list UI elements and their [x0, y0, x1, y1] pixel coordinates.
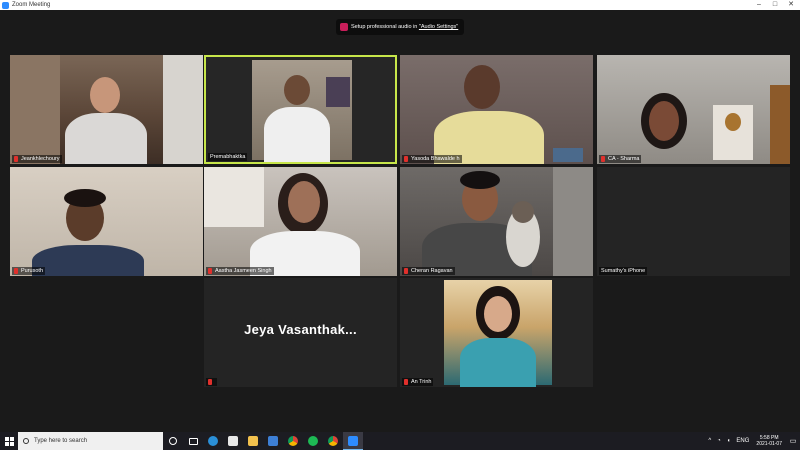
participant-video: [400, 55, 593, 164]
minimize-button[interactable]: –: [752, 0, 766, 10]
close-button[interactable]: ✕: [784, 0, 798, 10]
participant-video: [10, 55, 203, 164]
meeting-gallery: Setup professional audio in "Audio Setti…: [0, 10, 800, 432]
cortana-button[interactable]: [163, 432, 183, 450]
participant-video: [206, 57, 395, 162]
participant-video: [10, 167, 203, 276]
participant-name: CA - Sharma: [608, 156, 640, 162]
taskbar-app-explorer[interactable]: [243, 432, 263, 450]
start-button[interactable]: [0, 432, 18, 450]
notification-center-icon[interactable]: ▭: [786, 432, 800, 450]
store-icon: [228, 436, 238, 446]
participant-name-tag: Premabhaktka: [208, 153, 248, 161]
participant-video: [204, 167, 397, 276]
participant-name-tag: Aastha Jasmeen Singh: [206, 267, 274, 275]
taskbar-clock[interactable]: 5:58 PM 2021-01-07: [756, 435, 782, 447]
task-view-icon: [188, 437, 198, 445]
participant-name: Cheran Ragavan: [411, 268, 453, 274]
video-tile[interactable]: CA - Sharma: [597, 55, 790, 164]
network-icon[interactable]: ◔: [717, 438, 721, 444]
cortana-circle-icon: [169, 437, 177, 445]
taskbar-app-store[interactable]: [223, 432, 243, 450]
participant-name-tag: Cheran Ragavan: [402, 267, 455, 275]
taskbar-app-photos[interactable]: [263, 432, 283, 450]
participant-name-tag: Yasoda Bhawalde h: [402, 155, 462, 163]
search-icon: [23, 438, 29, 444]
muted-mic-icon: [14, 156, 18, 162]
edge-icon: [208, 436, 218, 446]
participant-name-tag: Jeankhlechoury: [12, 155, 62, 163]
taskbar-app-zoom[interactable]: [343, 432, 363, 450]
video-tile[interactable]: Yasoda Bhawalde h: [400, 55, 593, 164]
video-tile-active-speaker[interactable]: Premabhaktka: [204, 55, 397, 164]
clock-date: 2021-01-07: [756, 441, 782, 447]
participant-name-tag: CA - Sharma: [599, 155, 642, 163]
video-tile[interactable]: Cheran Ragavan: [400, 167, 593, 276]
chrome-icon: [288, 436, 298, 446]
windows-taskbar: Type here to search ^ ◔ ◖ ENG 5:58 PM 20…: [0, 432, 800, 450]
video-tile[interactable]: An Trinh: [400, 278, 593, 387]
participant-display-name: Jeya Vasanthak...: [244, 322, 357, 337]
muted-mic-icon: [208, 268, 212, 274]
folder-icon: [248, 436, 258, 446]
muted-mic-icon: [404, 268, 408, 274]
task-view-button[interactable]: [183, 432, 203, 450]
taskbar-app-chrome[interactable]: [283, 432, 303, 450]
taskbar-app-chrome-2[interactable]: [323, 432, 343, 450]
zoom-icon: [348, 435, 358, 446]
participant-name: Yasoda Bhawalde h: [411, 156, 460, 162]
taskbar-app-edge[interactable]: [203, 432, 223, 450]
volume-icon[interactable]: ◖: [727, 438, 731, 444]
participant-video: [400, 167, 593, 276]
muted-mic-icon: [208, 379, 212, 385]
taskbar-app-spotify[interactable]: [303, 432, 323, 450]
spotify-icon: [308, 436, 318, 446]
video-tile[interactable]: Aastha Jasmeen Singh: [204, 167, 397, 276]
participant-name-tag: An Trinh: [402, 378, 434, 386]
muted-mic-icon: [601, 156, 605, 162]
video-tile-video-off[interactable]: Jeya Vasanthak...: [204, 278, 397, 387]
video-tile-video-off[interactable]: Sumathy's iPhone: [597, 167, 790, 276]
muted-mic-icon: [14, 268, 18, 274]
system-tray: ^ ◔ ◖ ENG 5:58 PM 2021-01-07 ▭: [705, 432, 800, 450]
participant-name: Premabhaktka: [210, 154, 246, 160]
taskbar-search-box[interactable]: Type here to search: [18, 432, 163, 450]
audio-settings-banner[interactable]: Setup professional audio in "Audio Setti…: [336, 19, 464, 35]
participant-name: Sumathy's iPhone: [601, 268, 646, 274]
video-tile[interactable]: Purusoth: [10, 167, 203, 276]
participant-video: [400, 278, 593, 387]
muted-mic-icon: [404, 156, 408, 162]
participant-name-tag: Purusoth: [12, 267, 46, 275]
audio-settings-link[interactable]: "Audio Settings": [419, 24, 458, 30]
search-placeholder: Type here to search: [34, 438, 88, 444]
participant-name: Aastha Jasmeen Singh: [215, 268, 272, 274]
participant-name-tag: [206, 378, 217, 386]
participant-name: Purusoth: [21, 268, 44, 274]
language-indicator[interactable]: ENG: [736, 438, 749, 444]
muted-mic-icon: [404, 379, 408, 385]
windows-logo-icon: [4, 436, 14, 446]
participant-name: An Trinh: [411, 379, 432, 385]
participant-video: [597, 55, 790, 164]
tray-chevron-up-icon[interactable]: ^: [708, 438, 711, 444]
banner-text: Setup professional audio in: [351, 24, 419, 30]
audio-chip-icon: [340, 23, 348, 31]
chrome-icon: [328, 436, 338, 446]
video-tile[interactable]: Jeankhlechoury: [10, 55, 203, 164]
zoom-logo-icon: [2, 1, 9, 9]
participant-name: Jeankhlechoury: [21, 156, 60, 162]
participant-name-tag: Sumathy's iPhone: [599, 267, 648, 275]
maximize-button[interactable]: □: [768, 0, 782, 10]
window-title: Zoom Meeting: [12, 2, 51, 8]
window-title-bar: Zoom Meeting – □ ✕: [0, 0, 800, 10]
photos-icon: [268, 436, 278, 446]
